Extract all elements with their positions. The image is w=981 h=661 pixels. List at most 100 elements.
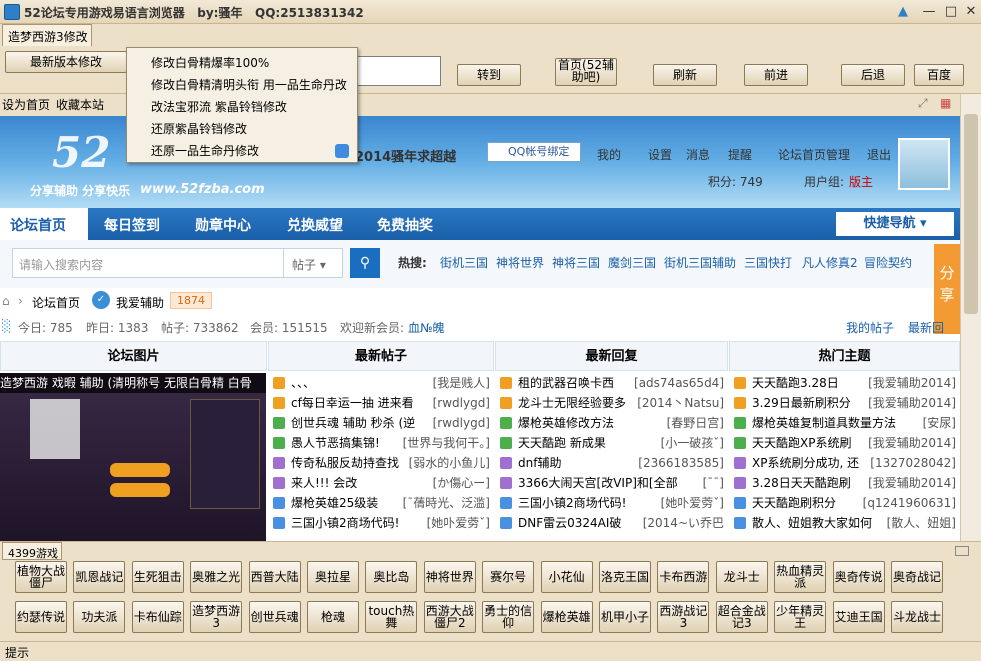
game-button[interactable]: 约瑟传说 (15, 601, 67, 633)
item-author[interactable]: [2014~い乔巴 (643, 513, 724, 533)
list-item[interactable]: 爆枪英雄复制道具数量方法 [安尿] (729, 413, 960, 433)
item-title[interactable]: 3.29日最新刷积分 (752, 396, 851, 410)
game-button[interactable]: 爆枪英雄 (540, 601, 593, 633)
my-posts-link[interactable]: 我的帖子 (846, 319, 894, 336)
hot-link[interactable]: 街机三国 (440, 254, 488, 271)
breadcrumb-home[interactable]: 论坛首页 (32, 294, 80, 311)
item-author[interactable]: [安尿] (923, 413, 956, 433)
list-item[interactable]: 三国小镇2商场代码! [她卟爱䓖ˇ] (268, 513, 494, 533)
user-link-messages[interactable]: 消息 (686, 146, 710, 163)
game-button[interactable]: 艾迪王国 (832, 601, 885, 633)
list-item[interactable]: 天天酷跑刷积分 [q1241960631] (729, 493, 960, 513)
game-button[interactable]: 枪魂 (307, 601, 359, 633)
user-link-admin[interactable]: 论坛首页管理 (778, 146, 850, 163)
game-button[interactable]: 神将世界 (423, 561, 476, 593)
hot-link[interactable]: 街机三国辅助 (664, 254, 736, 271)
tab-zaomeng[interactable]: 造梦西游3修改 (2, 24, 92, 46)
bookmark-link[interactable]: 收藏本站 (56, 96, 104, 113)
item-author[interactable]: [我爱辅助2014] (868, 473, 956, 493)
quick-nav-button[interactable]: 快捷导航 ▾ (836, 212, 954, 236)
game-button[interactable]: 卡布西游 (657, 561, 710, 593)
game-button[interactable]: 奥雅之光 (190, 561, 243, 593)
qq-bind-button[interactable]: QQ帐号绑定 (487, 142, 581, 162)
tab-4399[interactable]: 4399游戏 (2, 542, 62, 560)
item-author[interactable]: [弱水的小鱼儿] (409, 453, 490, 473)
back-button[interactable]: 后退 (841, 64, 905, 86)
item-author[interactable]: [散人、妞姐] (887, 513, 956, 533)
item-title[interactable]: 天天酷跑3.28日 (752, 376, 839, 390)
item-title[interactable]: 天天酷跑刷积分 (752, 496, 836, 510)
game-button[interactable]: 西游大战僵尸2 (423, 601, 476, 633)
list-item[interactable]: 爆枪英雄25级装 [ˉ蒨時光、泛滥] (268, 493, 494, 513)
skin-icon[interactable]: ▲ (892, 3, 914, 21)
new-member-link[interactable]: 血№魄 (408, 319, 444, 336)
item-author[interactable]: [2366183585] (638, 453, 724, 473)
game-button[interactable]: 卡布仙踪 (131, 601, 184, 633)
hot-link[interactable]: 冒险契约 (864, 254, 912, 271)
item-author[interactable]: [我爱辅助2014] (868, 433, 956, 453)
item-title[interactable]: 3366大闹天宫[改VIP]和[全部 (518, 476, 678, 490)
list-item[interactable]: 、、、 [我是贱人] (268, 373, 494, 393)
refresh-button[interactable]: 刷新 (653, 64, 717, 86)
game-button[interactable]: 机甲小子 (599, 601, 651, 633)
nav-lottery[interactable]: 免费抽奖 (377, 215, 433, 235)
item-title[interactable]: DNF雷云0324AI破 (518, 516, 621, 530)
breadcrumb-site[interactable]: 我爱辅助 (116, 294, 164, 311)
hot-link[interactable]: 凡人修真2 (802, 254, 858, 271)
item-title[interactable]: XP系统刷分成功, 还 (752, 456, 859, 470)
item-author[interactable]: [她卟爱䓖ˇ] (661, 493, 724, 513)
item-author[interactable]: [ads74as65d4] (634, 373, 724, 393)
home-button[interactable]: 首页(52辅助吧) (555, 58, 617, 86)
maximize-button[interactable]: □ (940, 3, 962, 21)
list-item[interactable]: 散人、妞姐教大家如何 [散人、妞姐] (729, 513, 960, 533)
user-link-reminders[interactable]: 提醒 (728, 146, 752, 163)
hot-link[interactable]: 神将三国 (552, 254, 600, 271)
item-title[interactable]: 3.28日天天酷跑刷 (752, 476, 851, 490)
apps-icon[interactable]: ▦ (940, 96, 951, 110)
item-title[interactable]: 创世兵魂 辅助 秒杀 (逆 (291, 416, 415, 430)
list-item[interactable]: 3.29日最新刷积分 [我爱辅助2014] (729, 393, 960, 413)
list-item[interactable]: 创世兵魂 辅助 秒杀 (逆 [rwdlygd] (268, 413, 494, 433)
list-item[interactable]: 天天酷跑XP系统刷 [我爱辅助2014] (729, 433, 960, 453)
menu-item[interactable]: 修改白骨精爆率100% (127, 52, 357, 74)
game-button[interactable]: 洛克王国 (599, 561, 651, 593)
nav-home[interactable]: 论坛首页 (0, 208, 88, 240)
game-button[interactable]: 少年精灵王 (774, 601, 827, 633)
game-button[interactable]: 西游战记3 (657, 601, 710, 633)
vertical-scrollbar[interactable] (960, 94, 981, 541)
item-title[interactable]: 爆枪英雄复制道具数量方法 (752, 416, 896, 430)
list-item[interactable]: cf每日幸运一抽 进来看 [rwdlygd] (268, 393, 494, 413)
item-title[interactable]: 散人、妞姐教大家如何 (752, 516, 872, 530)
list-item[interactable]: 三国小镇2商场代码! [她卟爱䓖ˇ] (495, 493, 728, 513)
panel-toggle-icon[interactable] (955, 546, 969, 556)
item-title[interactable]: 天天酷跑XP系统刷 (752, 436, 851, 450)
latest-mod-button[interactable]: 最新版本修改 (5, 51, 127, 73)
game-button[interactable]: 斗龙战士 (891, 601, 943, 633)
item-author[interactable]: [我爱辅助2014] (868, 373, 956, 393)
url-input[interactable] (357, 56, 441, 86)
game-button[interactable]: 小花仙 (540, 561, 593, 593)
item-title[interactable]: 爆枪英雄25级装 (291, 496, 378, 510)
menu-item[interactable]: 修改白骨精清明头衔 用一品生命丹改 (127, 74, 357, 96)
game-button[interactable]: 创世兵魂 (248, 601, 301, 633)
list-item[interactable]: 传奇私服反劫持查找 [弱水的小鱼儿] (268, 453, 494, 473)
item-author[interactable]: [我是贱人] (433, 373, 490, 393)
set-home-link[interactable]: 设为首页 (2, 96, 50, 113)
item-title[interactable]: dnf辅助 (518, 456, 561, 470)
item-author[interactable]: [rwdlygd] (433, 413, 490, 433)
home-icon[interactable]: ⌂ (2, 294, 10, 308)
baidu-button[interactable]: 百度 (914, 64, 964, 86)
list-item[interactable]: 龙斗士无限经验要多 [2014丶Natsu] (495, 393, 728, 413)
list-item[interactable]: XP系统刷分成功, 还 [1327028042] (729, 453, 960, 473)
search-scope-select[interactable]: 帖子 ▾ (283, 248, 343, 278)
item-title[interactable]: cf每日幸运一抽 进来看 (291, 396, 414, 410)
game-button[interactable]: 赛尔号 (482, 561, 535, 593)
game-button[interactable]: 造梦西游3 (190, 601, 243, 633)
game-button[interactable]: 凯恩战记 (73, 561, 126, 593)
list-item[interactable]: 天天酷跑3.28日 [我爱辅助2014] (729, 373, 960, 393)
user-link-my[interactable]: 我的 (597, 146, 621, 163)
close-button[interactable]: ✕ (960, 3, 981, 21)
search-input[interactable]: 请输入搜索内容 (12, 248, 284, 278)
item-author[interactable]: [か傷心ー] (433, 473, 490, 493)
item-author[interactable]: [小一破孩ˇ] (661, 433, 724, 453)
